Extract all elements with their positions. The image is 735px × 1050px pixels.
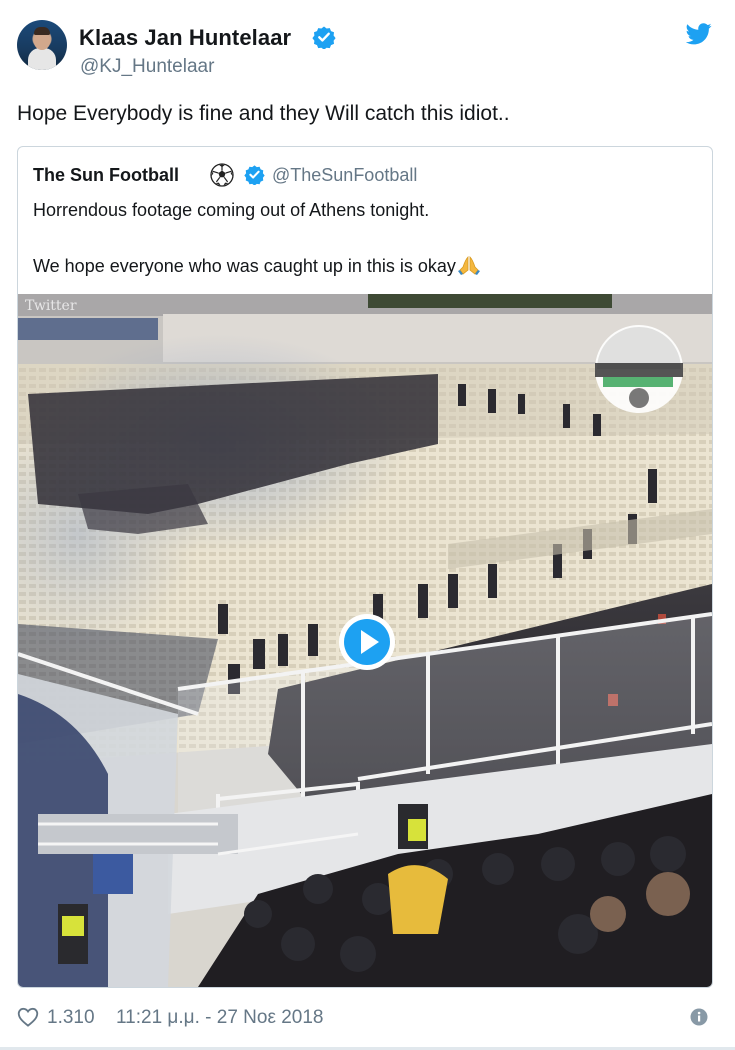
quoted-verified-badge-icon: [244, 165, 265, 185]
embedded-tweet: Klaas Jan Huntelaar @KJ_Huntelaar Hope E…: [0, 0, 735, 1050]
quoted-tweet-text-line1: Horrendous footage coming out of Athens …: [33, 200, 430, 220]
tweet-text: Hope Everybody is fine and they Will cat…: [17, 102, 510, 125]
soccer-ball-icon: [210, 163, 234, 187]
avatar-hair: [34, 27, 50, 35]
info-icon[interactable]: [690, 1008, 708, 1026]
verified-badge-icon: [312, 26, 336, 49]
video-watermark: Twitter: [25, 298, 77, 314]
tweet-footer: 1.310 11:21 μ.μ. - 27 Νοε 2018: [17, 1005, 717, 1031]
quoted-tweet-text-line2: We hope everyone who was caught up in th…: [33, 255, 480, 277]
play-button[interactable]: [339, 614, 395, 670]
play-icon: [361, 630, 379, 654]
folded-hands-icon: [457, 256, 480, 275]
tweet-timestamp[interactable]: 11:21 μ.μ. - 27 Νοε 2018: [116, 1007, 323, 1029]
like-count[interactable]: 1.310: [47, 1007, 95, 1029]
quoted-tweet-card[interactable]: The Sun Football @TheSunFootball Horrend…: [17, 146, 713, 988]
video-player[interactable]: Twitter: [18, 294, 712, 987]
avatar[interactable]: [17, 20, 67, 70]
avatar-shirt: [28, 48, 56, 70]
quoted-author-handle[interactable]: @TheSunFootball: [272, 165, 417, 186]
quoted-author-name[interactable]: The Sun Football: [33, 165, 179, 186]
heart-icon[interactable]: [17, 1007, 39, 1027]
twitter-bird-icon[interactable]: [686, 23, 712, 45]
author-display-name[interactable]: Klaas Jan Huntelaar: [79, 25, 291, 51]
author-handle[interactable]: @KJ_Huntelaar: [80, 56, 214, 78]
quoted-tweet-text-line2-content: We hope everyone who was caught up in th…: [33, 256, 456, 276]
channel-logo-icon: [595, 325, 683, 413]
